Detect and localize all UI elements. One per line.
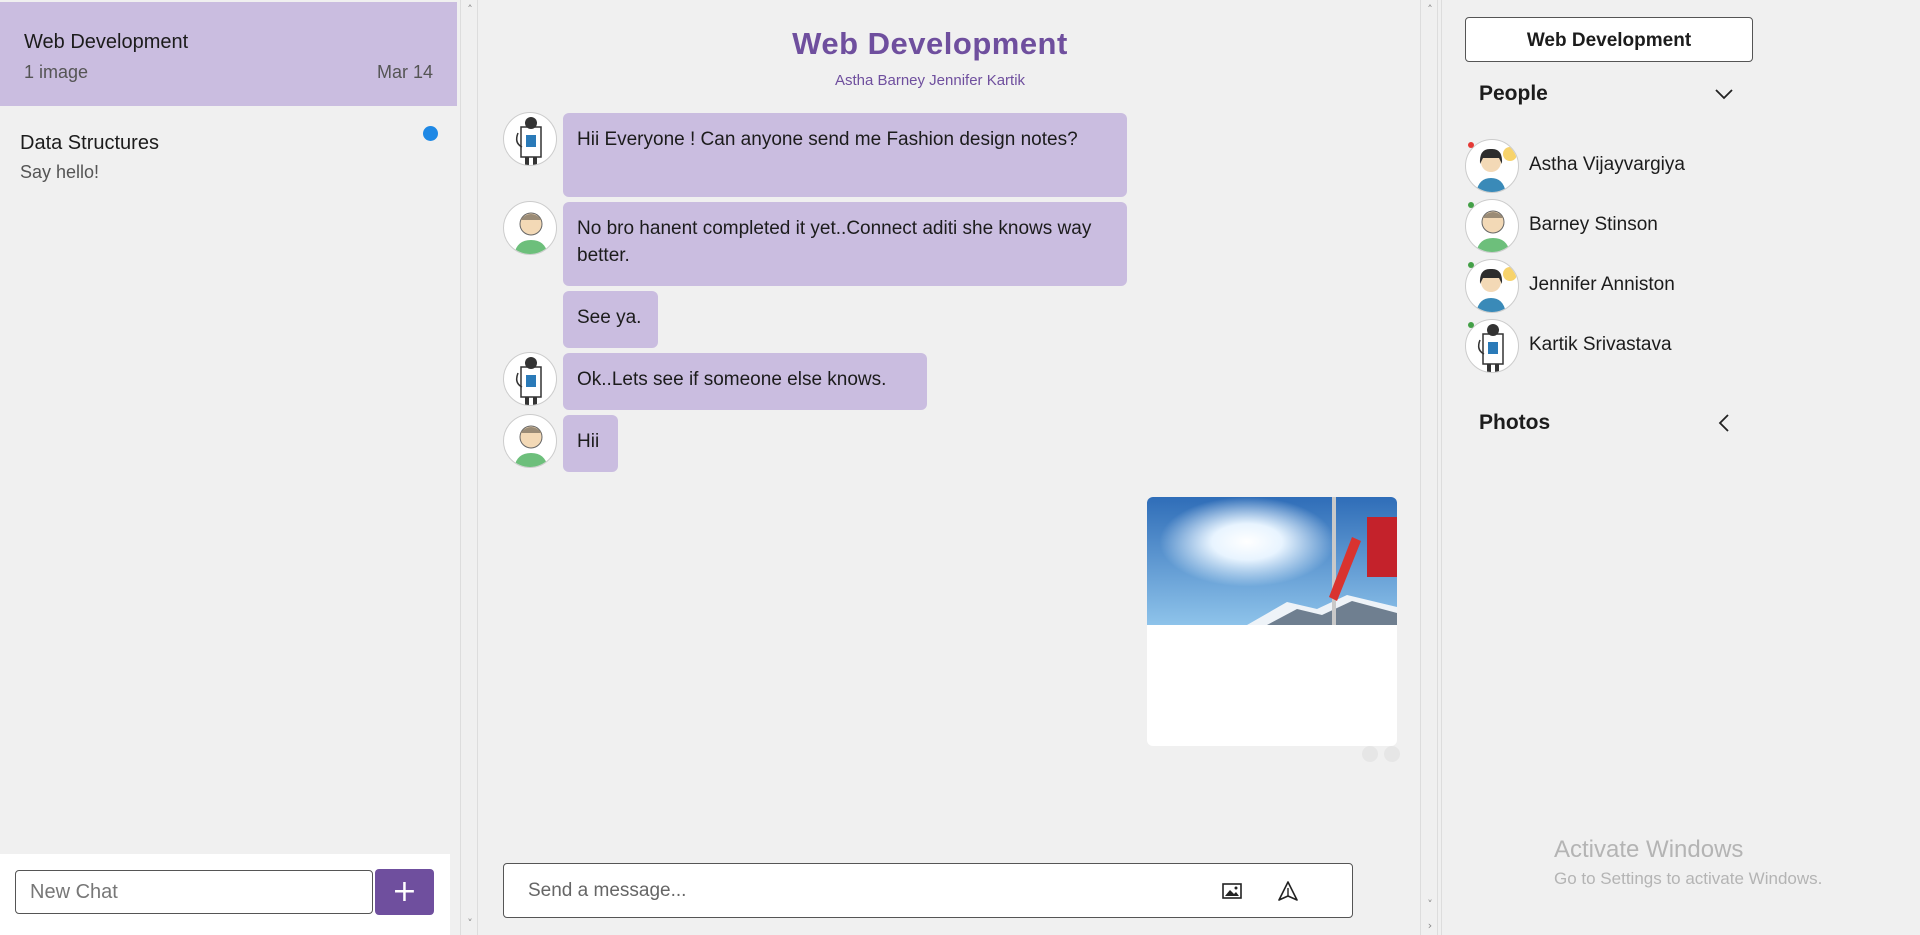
man-icon bbox=[514, 212, 548, 254]
chevron-left-icon[interactable] bbox=[1712, 411, 1736, 435]
message-bubble: Hii bbox=[563, 415, 618, 472]
activation-watermark-title: Activate Windows bbox=[1554, 836, 1744, 863]
message-bubble: Hii Everyone ! Can anyone send me Fashio… bbox=[563, 113, 1127, 197]
image-upload-icon[interactable] bbox=[1219, 878, 1245, 904]
chat-item-preview: Say hello! bbox=[20, 162, 100, 182]
message-input[interactable] bbox=[514, 870, 1194, 912]
person-name: Astha Vijayvargiya bbox=[1529, 154, 1685, 175]
chat-item-title: Web Development bbox=[24, 31, 189, 53]
status-dot bbox=[1468, 142, 1474, 148]
status-dot bbox=[1468, 202, 1474, 208]
chat-item-data-structures[interactable]: Data Structures Say hello! bbox=[0, 112, 457, 198]
sidebar-scrollbar[interactable]: ˄ ˅ bbox=[460, 0, 478, 935]
person-item[interactable]: Barney Stinson bbox=[1465, 199, 1765, 255]
chat-panel: Web Development Astha Barney Jennifer Ka… bbox=[480, 0, 1420, 935]
seen-avatar bbox=[1362, 746, 1378, 762]
scroll-down-icon[interactable]: ˅ bbox=[1421, 898, 1439, 911]
chat-item-title: Data Structures bbox=[20, 132, 159, 154]
chat-title: Web Development bbox=[792, 26, 1068, 61]
mountain-photo bbox=[1147, 497, 1397, 625]
chat-members: Astha Barney Jennifer Kartik bbox=[834, 72, 1026, 89]
status-dot bbox=[1468, 322, 1474, 328]
chat-settings-button[interactable]: Web Development bbox=[1465, 17, 1753, 62]
man-avatar[interactable] bbox=[503, 414, 557, 468]
activation-watermark-subtitle: Go to Settings to activate Windows. bbox=[1554, 869, 1823, 888]
status-dot bbox=[1468, 262, 1474, 268]
man-avatar[interactable] bbox=[503, 201, 557, 255]
woman-icon bbox=[1476, 147, 1517, 192]
man-icon bbox=[514, 425, 548, 467]
chat-details-panel: Web Development People Astha Vijayvargiy… bbox=[1441, 0, 1920, 935]
message-bubble: See ya. bbox=[563, 291, 658, 348]
message-bubble: Ok..Lets see if someone else knows. bbox=[563, 353, 927, 410]
scroll-right-icon[interactable]: › bbox=[1421, 919, 1439, 932]
doctor-icon bbox=[515, 117, 542, 165]
chat-scrollbar[interactable]: ˄ ˅ › bbox=[1420, 0, 1438, 935]
people-heading[interactable]: People bbox=[1479, 82, 1548, 106]
chat-item-preview: 1 image bbox=[24, 62, 89, 82]
photo-message[interactable] bbox=[1147, 497, 1397, 746]
man-icon bbox=[1476, 210, 1510, 252]
scroll-up-icon[interactable]: ˄ bbox=[1421, 3, 1439, 16]
scroll-up-icon[interactable]: ˄ bbox=[461, 3, 479, 16]
new-chat-input[interactable] bbox=[15, 870, 373, 914]
unread-indicator bbox=[423, 126, 438, 141]
doctor-avatar[interactable] bbox=[503, 352, 557, 406]
person-item[interactable]: Astha Vijayvargiya bbox=[1465, 139, 1765, 195]
seen-by bbox=[1360, 746, 1401, 767]
doctor-icon bbox=[515, 357, 542, 405]
woman-icon bbox=[1476, 267, 1517, 312]
seen-avatar bbox=[1384, 746, 1401, 762]
chat-list-sidebar: Web Development 1 image Mar 14 Data Stru… bbox=[0, 0, 460, 935]
person-name: Kartik Srivastava bbox=[1529, 334, 1672, 355]
new-chat-bar: + bbox=[0, 854, 450, 935]
send-icon[interactable] bbox=[1275, 878, 1301, 904]
add-chat-button[interactable]: + bbox=[375, 869, 434, 915]
message-composer bbox=[503, 863, 1353, 918]
doctor-icon bbox=[1477, 324, 1504, 372]
person-item[interactable]: Kartik Srivastava bbox=[1465, 319, 1765, 375]
message-bubble: No bro hanent completed it yet..Connect … bbox=[563, 202, 1127, 286]
person-item[interactable]: Jennifer Anniston bbox=[1465, 259, 1765, 315]
doctor-avatar[interactable] bbox=[503, 112, 557, 166]
chat-item-date: Mar 14 bbox=[376, 62, 433, 82]
chat-item-web-development[interactable]: Web Development 1 image Mar 14 bbox=[0, 2, 457, 106]
chevron-down-icon[interactable] bbox=[1712, 82, 1736, 106]
scroll-down-icon[interactable]: ˅ bbox=[461, 917, 479, 930]
photos-heading[interactable]: Photos bbox=[1479, 411, 1550, 435]
person-name: Barney Stinson bbox=[1529, 214, 1658, 235]
person-name: Jennifer Anniston bbox=[1529, 274, 1675, 295]
